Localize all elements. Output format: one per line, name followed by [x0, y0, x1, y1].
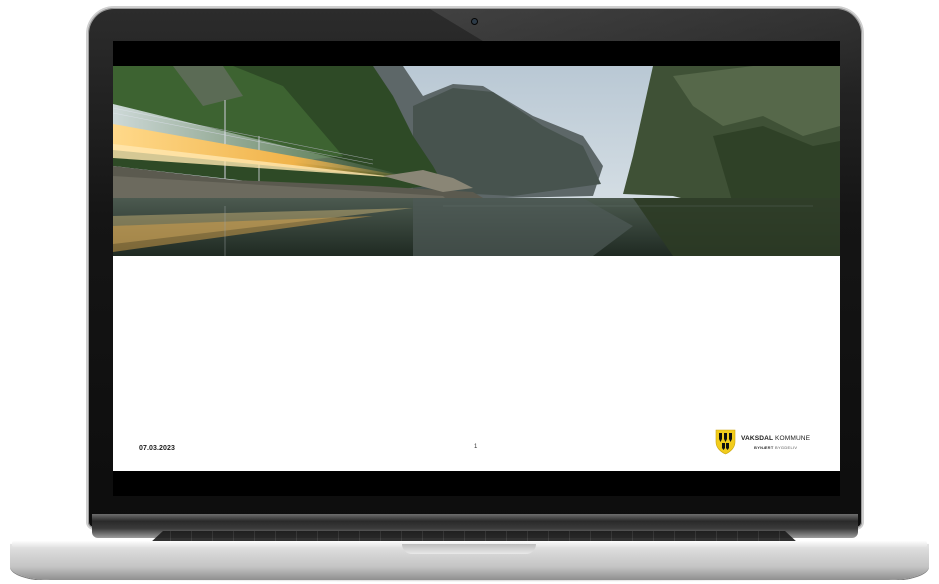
brand-tagline: BYNÆRT BYGDELIV [754, 445, 797, 450]
webcam-icon [472, 19, 477, 24]
slide-page-number: 1 [474, 444, 478, 450]
brand-name-regular: KOMMUNE [773, 435, 811, 442]
laptop-screen: 07.03.2023 1 VAKSDAL KOMMUNE BYNÆRT BYGD… [113, 41, 840, 496]
banner-photo [113, 66, 840, 256]
vaksdal-kommune-logo: VAKSDAL KOMMUNE BYNÆRT BYGDELIV [715, 428, 825, 458]
brand-name: VAKSDAL KOMMUNE [741, 435, 810, 442]
presentation-slide[interactable]: 07.03.2023 1 VAKSDAL KOMMUNE BYNÆRT BYGD… [113, 66, 840, 471]
brand-tagline-bold: BYNÆRT [754, 445, 774, 450]
slide-date: 07.03.2023 [139, 445, 176, 452]
brand-tagline-regular: BYGDELIV [773, 445, 798, 450]
lid-open-notch [402, 544, 536, 554]
brand-name-bold: VAKSDAL [741, 435, 774, 442]
coat-of-arms-icon [715, 429, 736, 455]
